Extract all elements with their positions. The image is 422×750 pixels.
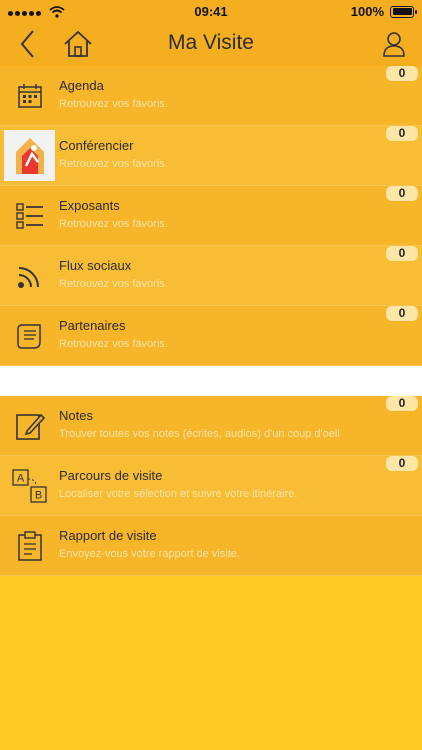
menu-item-title: Rapport de visite bbox=[59, 528, 157, 543]
edit-note-icon bbox=[10, 406, 50, 446]
count-badge: 0 bbox=[386, 126, 418, 141]
user-icon bbox=[383, 32, 405, 57]
count-badge: 0 bbox=[386, 456, 418, 471]
section-divider bbox=[0, 366, 422, 396]
menu-item-notes[interactable]: Notes Trouver toutes vos notes (écrites,… bbox=[0, 396, 422, 456]
profile-button[interactable] bbox=[378, 28, 410, 60]
menu-item-subtitle: Retrouvez vos favoris. bbox=[59, 98, 168, 110]
visit-menu-list: Agenda Retrouvez vos favoris. 0 Conféren… bbox=[0, 66, 422, 576]
page-title: Ma Visite bbox=[168, 31, 254, 54]
route-ab-icon: AB bbox=[10, 466, 50, 506]
menu-item-subtitle: Retrouvez vos favoris. bbox=[59, 158, 168, 170]
menu-item-title: Notes bbox=[59, 408, 93, 423]
calendar-icon bbox=[10, 76, 50, 116]
menu-item-title: Agenda bbox=[59, 78, 104, 93]
menu-item-title: Partenaires bbox=[59, 318, 126, 333]
menu-item-flux-sociaux[interactable]: Flux sociaux Retrouvez vos favoris. 0 bbox=[0, 246, 422, 306]
svg-text:B: B bbox=[35, 490, 42, 502]
menu-item-subtitle: Retrouvez vos favoris. bbox=[59, 278, 168, 290]
count-badge: 0 bbox=[386, 186, 418, 201]
menu-item-parcours-de-visite[interactable]: AB Parcours de visite Localiser votre sé… bbox=[0, 456, 422, 516]
rss-icon bbox=[10, 256, 50, 296]
menu-item-conferencier[interactable]: Conférencier Retrouvez vos favoris. 0 bbox=[0, 126, 422, 186]
menu-item-subtitle: Localiser votre sélection et suivre votr… bbox=[59, 488, 298, 500]
status-bar: 09:41 100% bbox=[0, 0, 422, 22]
speaker-thumbnail bbox=[4, 130, 55, 181]
count-badge: 0 bbox=[386, 66, 418, 81]
checklist-icon bbox=[10, 196, 50, 236]
menu-item-title: Parcours de visite bbox=[59, 468, 163, 483]
menu-item-subtitle: Retrouvez vos favoris. bbox=[59, 218, 168, 230]
menu-item-agenda[interactable]: Agenda Retrouvez vos favoris. 0 bbox=[0, 66, 422, 126]
menu-item-title: Exposants bbox=[59, 198, 120, 213]
menu-item-subtitle: Trouver toutes vos notes (écrites, audio… bbox=[59, 428, 340, 440]
app-header: Ma Visite bbox=[0, 22, 422, 66]
count-badge: 0 bbox=[386, 396, 418, 411]
menu-item-partenaires[interactable]: Partenaires Retrouvez vos favoris. 0 bbox=[0, 306, 422, 366]
battery-status: 100% bbox=[350, 4, 417, 19]
count-badge: 0 bbox=[386, 246, 418, 261]
battery-percent: 100% bbox=[350, 4, 384, 19]
count-badge: 0 bbox=[386, 306, 418, 321]
menu-item-title: Flux sociaux bbox=[59, 258, 132, 273]
scroll-icon bbox=[10, 316, 50, 356]
menu-item-rapport-de-visite[interactable]: Rapport de visite Envoyez-vous votre rap… bbox=[0, 516, 422, 576]
menu-item-subtitle: Retrouvez vos favoris. bbox=[59, 338, 168, 350]
svg-text:A: A bbox=[17, 473, 25, 485]
clipboard-icon bbox=[10, 526, 50, 566]
menu-item-title: Conférencier bbox=[59, 138, 134, 153]
battery-icon bbox=[390, 5, 417, 18]
menu-item-subtitle: Envoyez-vous votre rapport de visite. bbox=[59, 548, 240, 560]
menu-item-exposants[interactable]: Exposants Retrouvez vos favoris. 0 bbox=[0, 186, 422, 246]
